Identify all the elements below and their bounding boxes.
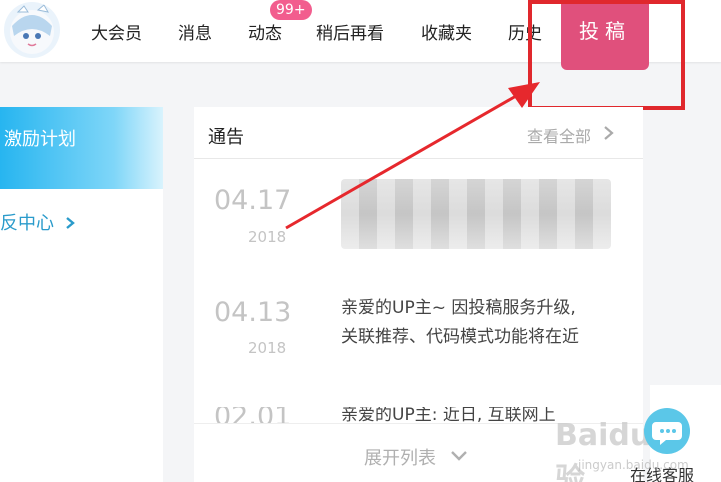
nav-favorites[interactable]: 收藏夹: [421, 19, 472, 44]
notice-divider: [194, 158, 643, 159]
avatar-illustration-icon: [10, 4, 54, 54]
help-center-label: 反中心: [0, 213, 54, 234]
user-avatar[interactable]: [4, 2, 60, 58]
notice-date-day: 04.13: [214, 297, 292, 328]
notice-date-year: 2018: [248, 339, 287, 357]
notice-date-day: 04.17: [214, 185, 292, 216]
nav-messages[interactable]: 消息: [178, 19, 212, 44]
notice-item-text[interactable]: 亲爱的UP主~ 因投稿服务升级, 关联推荐、代码模式功能将在近: [341, 294, 621, 352]
chevron-right-icon: [604, 126, 614, 140]
nav-watch-later[interactable]: 稍后再看: [316, 19, 384, 44]
nav-vip[interactable]: 大会员: [91, 19, 142, 44]
help-center-link[interactable]: 反中心: [0, 209, 76, 235]
notice-text-line: 关联推荐、代码模式功能将在近: [341, 327, 579, 347]
blurred-notice-text[interactable]: [341, 179, 611, 249]
expand-list-label: 展开列表: [364, 448, 436, 469]
chat-bubble-icon: [652, 422, 682, 445]
nav-dynamics[interactable]: 动态: [248, 19, 282, 44]
incentive-plan-banner[interactable]: 激励计划: [0, 107, 163, 189]
notice-title: 通告: [208, 127, 244, 148]
annotation-highlight-box: [528, 0, 685, 110]
chevron-right-icon: [65, 217, 75, 229]
left-sidebar-card: 激励计划 反中心: [0, 107, 163, 482]
notice-date-year: 2018: [248, 228, 287, 246]
dynamics-count-badge: 99+: [270, 0, 312, 20]
notice-date-day: 02.01: [214, 407, 292, 423]
chevron-down-icon: [451, 451, 467, 461]
customer-service-icon[interactable]: [644, 408, 690, 454]
incentive-plan-label: 激励计划: [4, 129, 76, 150]
view-all-link[interactable]: 查看全部: [527, 123, 591, 147]
notice-text-line: 亲爱的UP主~ 因投稿服务升级,: [341, 298, 576, 318]
customer-service-label[interactable]: 在线客服: [630, 462, 694, 482]
